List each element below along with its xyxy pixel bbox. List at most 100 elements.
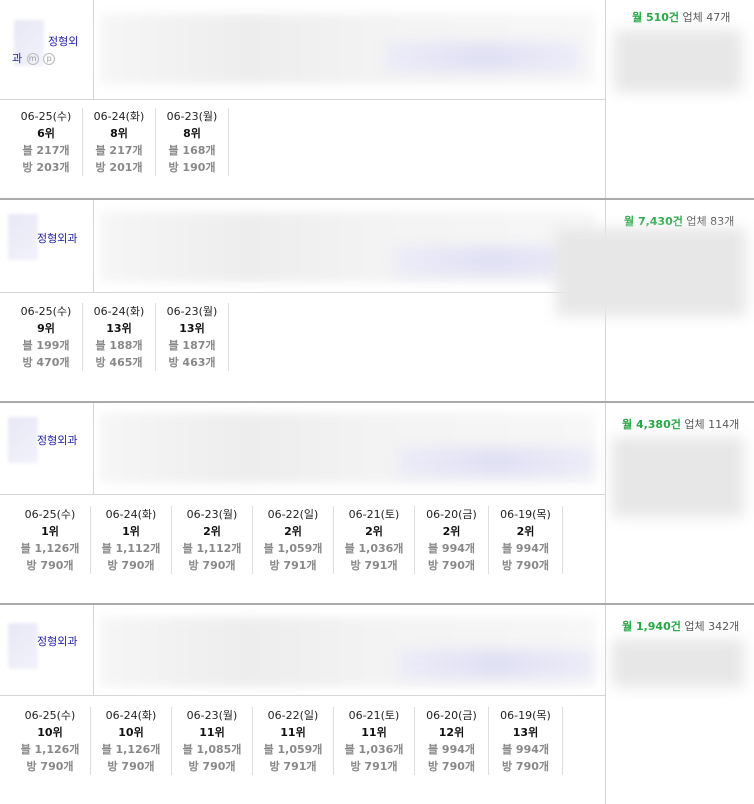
thumbnail-image xyxy=(8,214,38,260)
day-cell: 06-23(월) 2위 블 1,112개 방 790개 xyxy=(172,506,253,574)
m-badge-icon: m xyxy=(26,53,39,65)
day-blog-count: 블 1,112개 xyxy=(182,542,242,555)
listing-row[interactable]: 정형외과 xyxy=(0,605,605,696)
thumbnail-cell: 정형외과 xyxy=(0,605,94,695)
day-rank: 11위 xyxy=(199,726,225,739)
keyword-stats: 월 4,380건 업체 114개 xyxy=(605,403,754,603)
day-cell: 06-21(토) 11위 블 1,036개 방 791개 xyxy=(334,707,415,775)
day-visit-count: 방 790개 xyxy=(501,559,550,572)
day-blog-count: 블 199개 xyxy=(22,339,70,352)
blurred-listing-link[interactable] xyxy=(398,447,593,477)
category-label: 정형외과 xyxy=(37,232,78,245)
p-badge-icon: p xyxy=(43,53,56,65)
day-rank: 13위 xyxy=(512,726,539,739)
ranking-block-1: 정형외 과 m p 06-25(수) 6위 블 217개 방 203개 06-2… xyxy=(0,0,754,200)
daily-rank-list: 06-25(수) 10위 블 1,126개 방 790개 06-24(화) 10… xyxy=(10,707,563,775)
day-rank: 10위 xyxy=(37,726,63,739)
day-cell: 06-19(목) 2위 블 994개 방 790개 xyxy=(489,506,563,574)
day-rank: 13위 xyxy=(179,322,205,335)
day-rank: 8위 xyxy=(183,127,201,140)
business-count: 업체 83개 xyxy=(686,215,735,228)
listing-row[interactable]: 정형외 과 m p xyxy=(0,0,605,100)
thumbnail-cell: 정형외 과 m p xyxy=(0,0,94,99)
day-blog-count: 블 187개 xyxy=(168,339,216,352)
day-cell: 06-24(화) 13위 블 188개 방 465개 xyxy=(83,303,156,371)
day-cell: 06-22(일) 2위 블 1,059개 방 791개 xyxy=(253,506,334,574)
day-date: 06-23(월) xyxy=(186,508,238,521)
blurred-keyword-info xyxy=(612,437,744,517)
ranking-block-4: 정형외과 06-25(수) 10위 블 1,126개 방 790개 06-24(… xyxy=(0,605,754,804)
day-cell: 06-22(일) 11위 블 1,059개 방 791개 xyxy=(253,707,334,775)
day-cell: 06-25(수) 1위 블 1,126개 방 790개 xyxy=(10,506,91,574)
day-rank: 1위 xyxy=(122,525,140,538)
day-blog-count: 블 1,036개 xyxy=(344,542,404,555)
day-visit-count: 방 465개 xyxy=(95,356,143,369)
category-label: 정형외과 xyxy=(37,434,78,447)
day-visit-count: 방 790개 xyxy=(188,559,236,572)
day-visit-count: 방 790개 xyxy=(501,760,550,773)
block-main: 정형외과 06-25(수) 9위 블 199개 방 470개 06-24(화) … xyxy=(0,200,605,401)
listing-row[interactable]: 정형외과 xyxy=(0,200,605,293)
day-visit-count: 방 463개 xyxy=(168,356,216,369)
blurred-listing-link[interactable] xyxy=(398,649,593,679)
daily-rank-list: 06-25(수) 6위 블 217개 방 203개 06-24(화) 8위 블 … xyxy=(10,108,229,176)
day-date: 06-25(수) xyxy=(20,110,72,123)
day-date: 06-24(화) xyxy=(105,508,157,521)
day-rank: 13위 xyxy=(106,322,132,335)
monthly-searches: 월 7,430건 xyxy=(624,215,683,228)
day-cell: 06-19(목) 13위 블 994개 방 790개 xyxy=(489,707,563,775)
day-visit-count: 방 201개 xyxy=(95,161,143,174)
day-blog-count: 블 1,085개 xyxy=(182,743,242,756)
thumbnail-cell: 정형외과 xyxy=(0,200,94,292)
daily-rank-list: 06-25(수) 9위 블 199개 방 470개 06-24(화) 13위 블… xyxy=(10,303,229,371)
day-cell: 06-23(월) 8위 블 168개 방 190개 xyxy=(156,108,229,176)
day-date: 06-25(수) xyxy=(24,709,76,722)
day-visit-count: 방 790개 xyxy=(188,760,236,773)
day-blog-count: 블 217개 xyxy=(95,144,143,157)
blurred-keyword-info xyxy=(614,30,742,92)
day-cell: 06-24(화) 10위 블 1,126개 방 790개 xyxy=(91,707,172,775)
day-rank: 10위 xyxy=(118,726,144,739)
day-blog-count: 블 994개 xyxy=(501,542,550,555)
day-rank: 2위 xyxy=(442,525,461,538)
day-blog-count: 블 1,126개 xyxy=(101,743,161,756)
day-rank: 2위 xyxy=(516,525,535,538)
keyword-stat-line: 월 7,430건 업체 83개 xyxy=(624,213,734,229)
day-visit-count: 방 203개 xyxy=(22,161,70,174)
day-blog-count: 블 1,126개 xyxy=(20,743,80,756)
day-visit-count: 방 791개 xyxy=(350,559,398,572)
day-rank: 1위 xyxy=(41,525,59,538)
blurred-keyword-info xyxy=(612,639,744,687)
thumbnail-cell: 정형외과 xyxy=(0,403,94,494)
day-blog-count: 블 217개 xyxy=(22,144,70,157)
day-date: 06-19(목) xyxy=(500,508,551,521)
day-blog-count: 블 1,059개 xyxy=(263,743,323,756)
day-date: 06-24(화) xyxy=(93,305,145,318)
day-date: 06-20(금) xyxy=(426,508,477,521)
thumbnail-image xyxy=(8,623,38,669)
day-cell: 06-25(수) 10위 블 1,126개 방 790개 xyxy=(10,707,91,775)
day-visit-count: 방 791개 xyxy=(350,760,398,773)
day-date: 06-24(화) xyxy=(93,110,145,123)
day-date: 06-20(금) xyxy=(426,709,477,722)
day-rank: 11위 xyxy=(280,726,306,739)
day-rank: 2위 xyxy=(284,525,302,538)
day-date: 06-21(토) xyxy=(348,508,400,521)
day-date: 06-25(수) xyxy=(20,305,72,318)
block-main: 정형외과 06-25(수) 1위 블 1,126개 방 790개 06-24(화… xyxy=(0,403,605,603)
keyword-stat-line: 월 1,940건 업체 342개 xyxy=(622,618,739,634)
day-cell: 06-24(화) 1위 블 1,112개 방 790개 xyxy=(91,506,172,574)
day-visit-count: 방 790개 xyxy=(427,760,476,773)
day-visit-count: 방 790개 xyxy=(26,559,74,572)
blurred-listing-link[interactable] xyxy=(385,42,580,72)
day-cell: 06-24(화) 8위 블 217개 방 201개 xyxy=(83,108,156,176)
day-visit-count: 방 791개 xyxy=(269,559,317,572)
daily-rank-list: 06-25(수) 1위 블 1,126개 방 790개 06-24(화) 1위 … xyxy=(10,506,563,574)
day-blog-count: 블 1,112개 xyxy=(101,542,161,555)
day-cell: 06-21(토) 2위 블 1,036개 방 791개 xyxy=(334,506,415,574)
keyword-stats: 월 1,940건 업체 342개 xyxy=(605,605,754,804)
thumbnail-image xyxy=(8,417,38,463)
day-blog-count: 블 994개 xyxy=(427,542,476,555)
day-rank: 2위 xyxy=(365,525,383,538)
listing-row[interactable]: 정형외과 xyxy=(0,403,605,495)
